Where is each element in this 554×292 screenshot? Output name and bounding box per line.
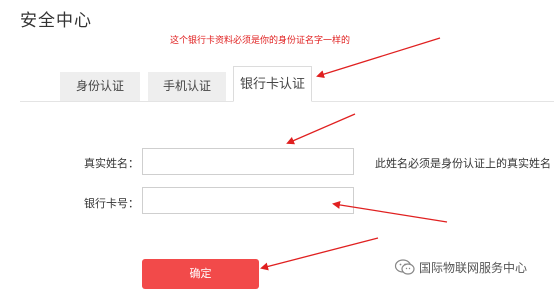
real-name-input[interactable] <box>142 148 354 175</box>
page-title: 安全中心 <box>20 11 92 31</box>
arrow-to-confirm-button <box>260 237 379 271</box>
bank-card-label: 银行卡号： <box>84 197 139 210</box>
annotation-top: 这个银行卡资料必须是你的身份证名字一样的 <box>170 36 351 46</box>
watermark-text: 国际物联网服务中心 <box>419 260 528 275</box>
bank-card-input[interactable] <box>142 187 354 214</box>
security-center-page: 安全中心 这个银行卡资料必须是你的身份证名字一样的 身份认证 手机认证 银行卡认… <box>0 0 554 292</box>
real-name-hint: 此姓名必须是身份认证上的真实姓名 <box>375 157 551 170</box>
tab-bank-card-verification[interactable]: 银行卡认证 <box>233 66 312 102</box>
arrow-to-name-input <box>286 113 356 145</box>
watermark: 国际物联网服务中心 <box>394 258 527 276</box>
tab-phone-verification[interactable]: 手机认证 <box>148 72 226 101</box>
confirm-button[interactable]: 确定 <box>142 259 259 289</box>
real-name-label: 真实姓名： <box>84 157 139 170</box>
wechat-icon <box>394 259 415 275</box>
tab-id-verification[interactable]: 身份认证 <box>60 72 140 101</box>
